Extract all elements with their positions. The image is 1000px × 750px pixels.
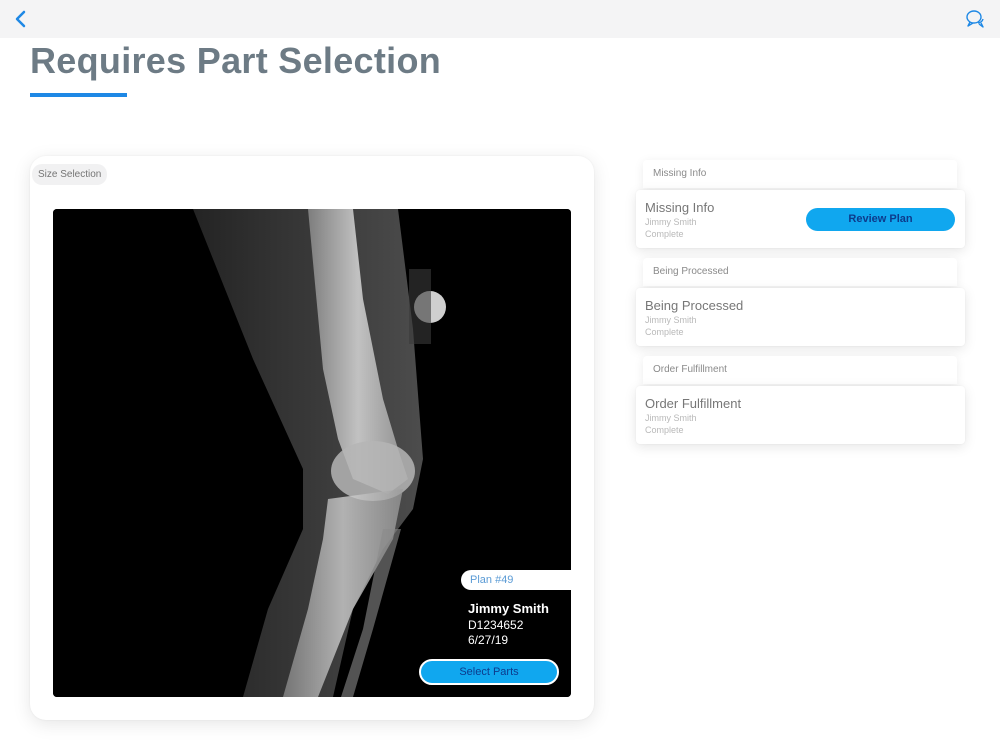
plan-tab: Plan #49: [461, 570, 571, 590]
section-header-order-fulfillment: Order Fulfillment: [643, 356, 957, 384]
plan-date: 6/27/19: [468, 633, 509, 647]
card-title: Order Fulfillment: [645, 396, 742, 411]
card-title: Being Processed: [645, 298, 744, 313]
chevron-left-icon[interactable]: [10, 8, 32, 30]
card-title: Missing Info: [645, 200, 715, 215]
page-title: Requires Part Selection: [30, 40, 442, 81]
top-bar: [0, 0, 1000, 38]
title-underline: [30, 93, 127, 97]
status-card-missing-info[interactable]: Missing Info Jimmy Smith Complete Review…: [636, 190, 965, 248]
review-plan-button[interactable]: Review Plan: [806, 208, 955, 231]
size-selection-card: Size Selection Plan #49 Jimmy Smith D123…: [30, 156, 594, 720]
status-card-being-processed[interactable]: Being Processed Jimmy Smith Complete: [636, 288, 965, 346]
section-header-being-processed: Being Processed: [643, 258, 957, 286]
patient-name: Jimmy Smith: [468, 601, 549, 616]
xray-image: Plan #49 Jimmy Smith D1234652 6/27/19 Se…: [53, 209, 571, 697]
card-status: Complete: [645, 425, 684, 435]
card-patient-name: Jimmy Smith: [645, 315, 697, 325]
status-card-order-fulfillment[interactable]: Order Fulfillment Jimmy Smith Complete: [636, 386, 965, 444]
card-status: Complete: [645, 229, 684, 239]
chat-bubbles-icon[interactable]: [964, 8, 986, 30]
section-header-missing-info: Missing Info: [643, 160, 957, 188]
select-parts-button[interactable]: Select Parts: [419, 659, 559, 685]
patient-id: D1234652: [468, 618, 524, 632]
card-patient-name: Jimmy Smith: [645, 413, 697, 423]
card-patient-name: Jimmy Smith: [645, 217, 697, 227]
card-status: Complete: [645, 327, 684, 337]
size-selection-chip: Size Selection: [32, 164, 108, 185]
